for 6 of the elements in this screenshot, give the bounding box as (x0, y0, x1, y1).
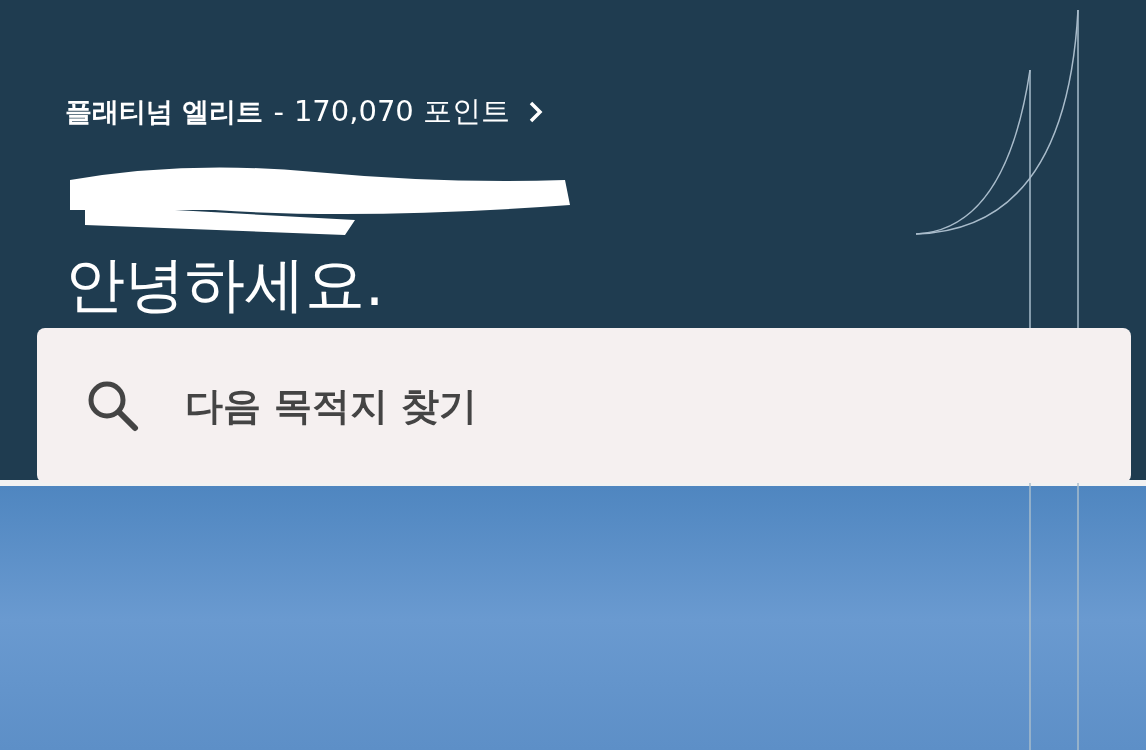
separator-text: - (273, 95, 284, 129)
tier-label[interactable]: 플래티넘 엘리트 (65, 94, 264, 130)
points-link[interactable]: 170,070 포인트 (293, 92, 510, 132)
chevron-right-icon[interactable] (528, 100, 544, 124)
greeting-text: 안녕하세요. (65, 248, 386, 321)
search-field[interactable]: 다음 목적지 찾기 (37, 328, 1131, 483)
